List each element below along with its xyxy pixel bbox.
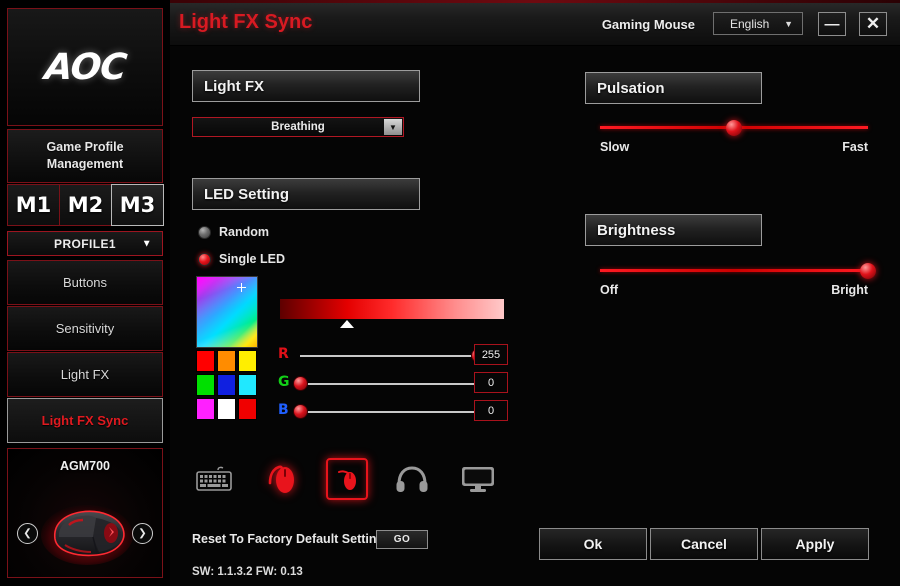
rgb-slider-r[interactable] [300, 355, 478, 357]
headset-icon[interactable] [390, 459, 434, 499]
color-swatch[interactable] [238, 350, 257, 372]
color-picker-square[interactable] [196, 276, 258, 348]
color-swatch[interactable] [196, 374, 215, 396]
led-mode-random[interactable]: Random [198, 225, 269, 239]
brightness-max-label: Bright [831, 283, 868, 297]
light-fx-section-header: Light FX [192, 70, 420, 102]
radio-icon-selected [198, 253, 211, 266]
chevron-down-icon: ▼ [384, 119, 402, 135]
color-swatch[interactable] [217, 350, 236, 372]
game-profile-management-button[interactable]: Game Profile Management [7, 129, 163, 183]
chevron-down-icon: ▼ [784, 19, 793, 29]
sidebar-item-light-fx[interactable]: Light FX [7, 352, 163, 397]
rgb-slider-b[interactable] [300, 411, 478, 413]
monitor-icon[interactable] [456, 459, 500, 499]
rgb-label-b: B [278, 402, 289, 418]
language-dropdown[interactable]: English ▼ [713, 12, 803, 35]
color-swatch[interactable] [238, 398, 257, 420]
rgb-value-r[interactable]: 255 [474, 344, 508, 365]
light-fx-effect-dropdown[interactable]: Breathing ▼ [192, 117, 404, 137]
device-name-label: AGM700 [8, 459, 162, 473]
rgb-label-g: G [278, 374, 290, 390]
version-label: SW: 1.1.3.2 FW: 0.13 [192, 566, 303, 578]
brightness-slider-track[interactable] [600, 269, 868, 272]
rgb-value-g[interactable]: 0 [474, 372, 508, 393]
memory-button-row: M1 M2 M3 [7, 184, 163, 226]
memory-button-m2[interactable]: M2 [59, 184, 112, 226]
page-title: Light FX Sync [179, 11, 312, 34]
device-preview: AGM700 ❮ ❯ [7, 448, 163, 578]
close-button[interactable]: ✕ [859, 12, 887, 36]
pulsation-min-label: Slow [600, 140, 629, 154]
next-device-button[interactable]: ❯ [132, 523, 153, 544]
device-type-label: Gaming Mouse [602, 17, 695, 32]
profile-dropdown-value: PROFILE1 [54, 237, 116, 251]
pulsation-max-label: Fast [842, 140, 868, 154]
color-swatch[interactable] [196, 350, 215, 372]
apply-button[interactable]: Apply [761, 528, 869, 560]
reset-go-button[interactable]: GO [376, 530, 428, 549]
keyboard-icon[interactable] [194, 459, 238, 499]
game-profile-management-line1: Game Profile [46, 139, 123, 156]
minimize-button[interactable]: — [818, 12, 846, 36]
pulsation-section-header: Pulsation [585, 72, 762, 104]
led-setting-section-header: LED Setting [192, 178, 420, 210]
cancel-button[interactable]: Cancel [650, 528, 758, 560]
rgb-slider-thumb-b[interactable] [293, 404, 308, 419]
chevron-down-icon: ▼ [142, 238, 152, 249]
color-swatch[interactable] [217, 398, 236, 420]
color-swatch[interactable] [217, 374, 236, 396]
light-fx-effect-value: Breathing [271, 121, 325, 133]
profile-dropdown[interactable]: PROFILE1 ▼ [7, 231, 163, 256]
color-brightness-gradient-bar[interactable] [280, 299, 504, 319]
color-swatch-grid [196, 350, 259, 422]
mouse-image [39, 495, 135, 569]
device-icon-row [194, 458, 500, 500]
radio-icon-unselected [198, 226, 211, 239]
led-mode-random-label: Random [219, 225, 269, 239]
sidebar-item-sensitivity[interactable]: Sensitivity [7, 306, 163, 351]
ok-button[interactable]: Ok [539, 528, 647, 560]
color-picker-crosshair-icon [237, 283, 246, 292]
color-swatch[interactable] [196, 398, 215, 420]
brightness-min-label: Off [600, 283, 618, 297]
sidebar-item-light-fx-sync[interactable]: Light FX Sync [7, 398, 163, 443]
language-dropdown-value: English [730, 17, 769, 31]
gradient-marker-icon[interactable] [340, 320, 354, 328]
mouse-icon[interactable] [260, 459, 304, 499]
brightness-slider-thumb[interactable] [860, 263, 876, 279]
rgb-slider-thumb-g[interactable] [293, 376, 308, 391]
pulsation-slider-thumb[interactable] [726, 120, 742, 136]
previous-device-button[interactable]: ❮ [17, 523, 38, 544]
rgb-slider-g[interactable] [300, 383, 478, 385]
led-mode-single-led[interactable]: Single LED [198, 252, 285, 266]
rgb-value-b[interactable]: 0 [474, 400, 508, 421]
memory-button-m1[interactable]: M1 [7, 184, 60, 226]
mousepad-icon[interactable] [326, 458, 368, 500]
aoc-logo: AOC [7, 8, 163, 126]
app-window: AOC Game Profile Management M1 M2 M3 PRO… [0, 0, 900, 586]
sidebar-item-buttons[interactable]: Buttons [7, 260, 163, 305]
led-mode-single-led-label: Single LED [219, 252, 285, 266]
rgb-label-r: R [278, 346, 289, 362]
game-profile-management-line2: Management [47, 156, 123, 173]
brightness-section-header: Brightness [585, 214, 762, 246]
title-bar: Light FX Sync Gaming Mouse English ▼ — ✕ [170, 0, 900, 46]
aoc-logo-text: AOC [42, 47, 127, 88]
color-swatch[interactable] [238, 374, 257, 396]
memory-button-m3[interactable]: M3 [111, 184, 164, 226]
reset-factory-default-label: Reset To Factory Default Settings [192, 532, 391, 546]
sidebar: AOC Game Profile Management M1 M2 M3 PRO… [0, 0, 170, 586]
